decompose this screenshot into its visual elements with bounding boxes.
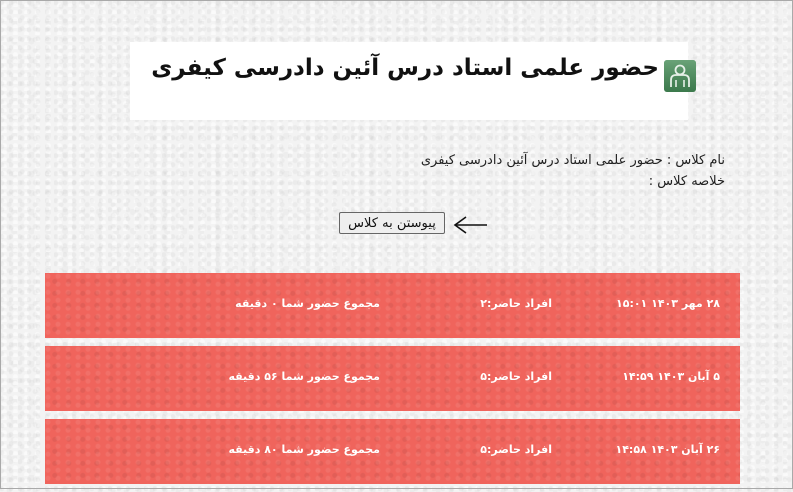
session-date: ۵ آبان ۱۴۰۳ ۱۴:۵۹ <box>622 370 720 383</box>
people-icon <box>664 60 696 92</box>
session-attendees: افراد حاضر:۲ <box>480 297 552 310</box>
header-panel <box>130 42 688 120</box>
join-class-button[interactable]: پیوستن به کلاس <box>339 212 445 234</box>
class-name-line: نام کلاس : حضور علمی استاد درس آئین دادر… <box>420 153 725 168</box>
session-date: ۲۶ آبان ۱۴۰۳ ۱۴:۵۸ <box>615 443 721 456</box>
session-date: ۲۸ مهر ۱۴۰۳ ۱۵:۰۱ <box>616 297 720 310</box>
arrow-left-icon <box>453 216 487 234</box>
class-info: نام کلاس : حضور علمی استاد درس آئین دادر… <box>421 150 725 192</box>
session-row[interactable]: ۲۸ مهر ۱۴۰۳ ۱۵:۰۱ افراد حاضر:۲ مجموع حضو… <box>45 273 740 338</box>
session-total-time: مجموع حضور شما ۵۶ دقیقه <box>228 370 380 383</box>
session-row[interactable]: ۲۶ آبان ۱۴۰۳ ۱۴:۵۸ افراد حاضر:۵ مجموع حض… <box>45 419 740 484</box>
session-row[interactable]: ۵ آبان ۱۴۰۳ ۱۴:۵۹ افراد حاضر:۵ مجموع حضو… <box>45 346 740 411</box>
session-attendees: افراد حاضر:۵ <box>480 443 552 456</box>
class-summary-line: خلاصه کلاس : <box>648 174 725 189</box>
page-title: حضور علمی استاد درس آئین دادرسی کیفری <box>151 55 659 81</box>
session-attendees: افراد حاضر:۵ <box>480 370 552 383</box>
session-total-time: مجموع حضور شما ۸۰ دقیقه <box>228 443 380 456</box>
session-total-time: مجموع حضور شما ۰ دقیقه <box>235 297 380 310</box>
session-list: ۲۸ مهر ۱۴۰۳ ۱۵:۰۱ افراد حاضر:۲ مجموع حضو… <box>45 273 740 492</box>
